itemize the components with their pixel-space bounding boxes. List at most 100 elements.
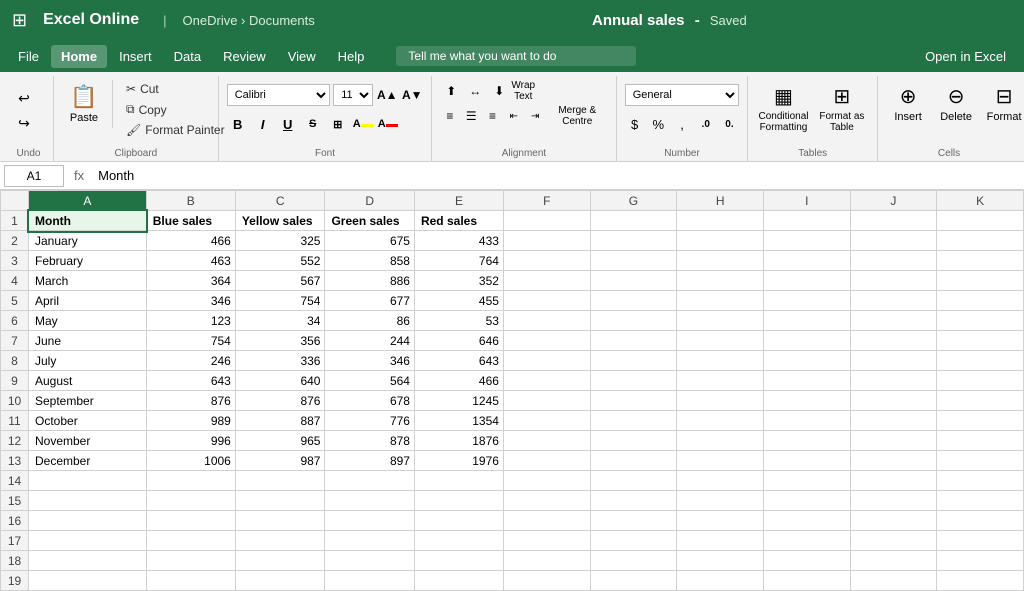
cell-f17[interactable] [503,531,590,551]
number-format-select[interactable]: General [625,84,740,106]
cell-e17[interactable] [414,531,503,551]
cell-c15[interactable] [235,491,325,511]
row-header[interactable]: 17 [1,531,29,551]
row-header[interactable]: 3 [1,251,29,271]
align-center-button[interactable]: ☰ [462,105,481,127]
underline-button[interactable]: U [277,113,299,135]
cell-k5[interactable] [937,291,1024,311]
cell-e10[interactable]: 1245 [414,391,503,411]
breadcrumb[interactable]: OneDrive › Documents [183,13,315,28]
cell-f7[interactable] [503,331,590,351]
cell-i4[interactable] [764,271,851,291]
cell-k12[interactable] [937,431,1024,451]
cell-c1[interactable]: Yellow sales [235,211,325,231]
menu-home[interactable]: Home [51,45,107,68]
cell-g6[interactable] [590,311,677,331]
cell-g14[interactable] [590,471,677,491]
cell-b2[interactable]: 466 [146,231,235,251]
cell-b7[interactable]: 754 [146,331,235,351]
row-header[interactable]: 18 [1,551,29,571]
col-header-j[interactable]: J [850,191,937,211]
col-header-c[interactable]: C [235,191,325,211]
cell-i6[interactable] [764,311,851,331]
cell-g3[interactable] [590,251,677,271]
cell-a1[interactable]: Month [29,211,147,231]
cell-e8[interactable]: 643 [414,351,503,371]
col-header-i[interactable]: I [764,191,851,211]
cell-g7[interactable] [590,331,677,351]
app-grid-icon[interactable]: ⊞ [12,10,27,31]
cell-k3[interactable] [937,251,1024,271]
cell-b1[interactable]: Blue sales [146,211,235,231]
cell-i19[interactable] [764,571,851,591]
cell-h1[interactable] [677,211,764,231]
cell-j14[interactable] [850,471,937,491]
cell-e15[interactable] [414,491,503,511]
col-header-f[interactable]: F [503,191,590,211]
cell-d2[interactable]: 675 [325,231,415,251]
currency-button[interactable]: $ [625,113,645,135]
cell-d19[interactable] [325,571,415,591]
cell-b3[interactable]: 463 [146,251,235,271]
format-button[interactable]: ⊟ Format [982,80,1024,127]
cell-g4[interactable] [590,271,677,291]
align-top-button[interactable]: ⬆ [440,80,462,102]
cell-e18[interactable] [414,551,503,571]
cell-c5[interactable]: 754 [235,291,325,311]
cell-f14[interactable] [503,471,590,491]
cell-g9[interactable] [590,371,677,391]
cell-e11[interactable]: 1354 [414,411,503,431]
decimal-decrease-button[interactable]: 0. [720,113,740,135]
cell-f5[interactable] [503,291,590,311]
menu-help[interactable]: Help [328,45,375,68]
row-header[interactable]: 19 [1,571,29,591]
cell-e12[interactable]: 1876 [414,431,503,451]
cell-e19[interactable] [414,571,503,591]
menu-insert[interactable]: Insert [109,45,162,68]
menu-data[interactable]: Data [164,45,211,68]
cell-c19[interactable] [235,571,325,591]
cell-d18[interactable] [325,551,415,571]
border-button[interactable]: ⊞ [327,113,349,135]
cell-k11[interactable] [937,411,1024,431]
cell-d5[interactable]: 677 [325,291,415,311]
cell-e9[interactable]: 466 [414,371,503,391]
cell-c3[interactable]: 552 [235,251,325,271]
cell-g17[interactable] [590,531,677,551]
align-bottom-button[interactable]: ⬇ [488,80,510,102]
sheet-table-wrapper[interactable]: A B C D E F G H I J K 1MonthBlue salesYe… [0,190,1024,591]
cell-k14[interactable] [937,471,1024,491]
cell-g12[interactable] [590,431,677,451]
cell-e4[interactable]: 352 [414,271,503,291]
cell-j12[interactable] [850,431,937,451]
row-header[interactable]: 5 [1,291,29,311]
row-header[interactable]: 14 [1,471,29,491]
cell-e13[interactable]: 1976 [414,451,503,471]
cell-d8[interactable]: 346 [325,351,415,371]
fill-color-button[interactable]: A [352,113,374,135]
cell-c4[interactable]: 567 [235,271,325,291]
cell-b12[interactable]: 996 [146,431,235,451]
cell-a4[interactable]: March [29,271,147,291]
cell-h17[interactable] [677,531,764,551]
col-header-e[interactable]: E [414,191,503,211]
cell-i3[interactable] [764,251,851,271]
col-header-k[interactable]: K [937,191,1024,211]
menu-view[interactable]: View [278,45,326,68]
cell-d15[interactable] [325,491,415,511]
row-header[interactable]: 2 [1,231,29,251]
cell-c16[interactable] [235,511,325,531]
cell-k19[interactable] [937,571,1024,591]
open-in-excel-link[interactable]: Open in Excel [915,45,1016,68]
cell-d14[interactable] [325,471,415,491]
cell-j3[interactable] [850,251,937,271]
delete-button[interactable]: ⊖ Delete [934,80,978,127]
cell-k17[interactable] [937,531,1024,551]
bold-button[interactable]: B [227,113,249,135]
merge-center-button[interactable]: Merge & Centre [547,105,608,127]
cell-e5[interactable]: 455 [414,291,503,311]
cell-h9[interactable] [677,371,764,391]
cell-i7[interactable] [764,331,851,351]
format-painter-button[interactable]: 🖌 Format Painter [121,121,230,139]
cell-c18[interactable] [235,551,325,571]
